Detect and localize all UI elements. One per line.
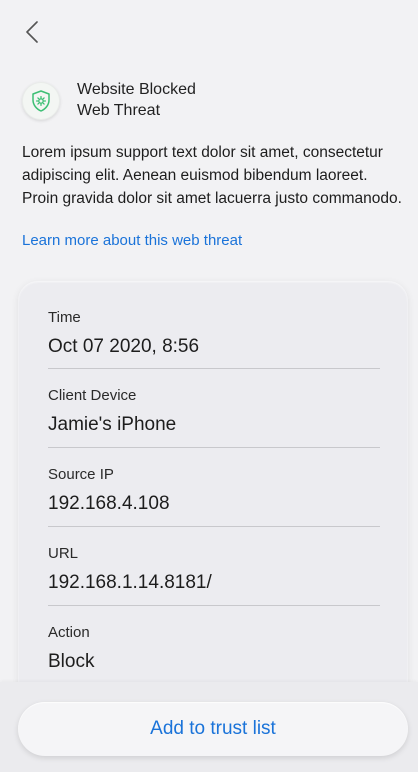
- detail-label: URL: [48, 545, 79, 562]
- chevron-left-icon: [26, 21, 38, 43]
- threat-detail-screen: Website Blocked Web Threat Lorem ipsum s…: [0, 0, 418, 772]
- divider: [48, 447, 380, 448]
- divider: [48, 368, 380, 369]
- shield-gear-icon: [32, 90, 50, 112]
- detail-row-action: Action Block: [48, 623, 380, 675]
- divider: [48, 605, 380, 606]
- add-to-trust-list-button[interactable]: Add to trust list: [18, 702, 408, 756]
- learn-more-link[interactable]: Learn more about this web threat: [22, 232, 242, 249]
- divider: [48, 526, 380, 527]
- detail-value: 192.168.4.108: [48, 493, 170, 514]
- detail-label: Time: [48, 309, 81, 326]
- detail-value: Block: [48, 651, 95, 672]
- detail-row-source-ip: Source IP 192.168.4.108: [48, 465, 380, 517]
- bottom-action-bar: Add to trust list: [0, 682, 418, 772]
- threat-description: Lorem ipsum support text dolor sit amet,…: [22, 144, 402, 207]
- detail-value: Jamie's iPhone: [48, 414, 177, 435]
- detail-value: Oct 07 2020, 8:56: [48, 336, 200, 357]
- header-text: Website Blocked Web Threat: [77, 79, 196, 121]
- detail-label: Client Device: [48, 387, 137, 404]
- detail-row-client-device: Client Device Jamie's iPhone: [48, 386, 380, 438]
- detail-label: Source IP: [48, 466, 114, 483]
- detail-row-time: Time Oct 07 2020, 8:56: [48, 308, 380, 360]
- threat-header: Website Blocked Web Threat: [22, 79, 196, 123]
- header-subtitle: Web Threat: [77, 102, 161, 119]
- shield-badge: [22, 82, 60, 120]
- detail-value: 192.168.1.14.8181/: [48, 572, 212, 593]
- header-title: Website Blocked: [77, 81, 196, 98]
- back-button[interactable]: [18, 16, 46, 48]
- detail-label: Action: [48, 624, 90, 641]
- details-card: Time Oct 07 2020, 8:56 Client Device Jam…: [18, 281, 408, 701]
- detail-row-url: URL 192.168.1.14.8181/: [48, 544, 380, 596]
